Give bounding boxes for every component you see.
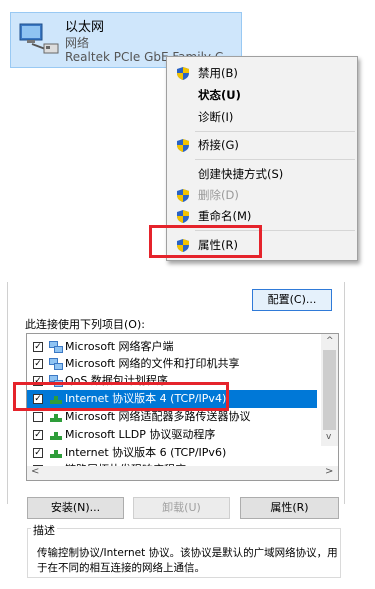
menu-item-label: 创建快捷方式(S) bbox=[198, 167, 284, 181]
checkbox[interactable]: ✓ bbox=[33, 359, 43, 369]
scroll-up-icon[interactable]: ^ bbox=[326, 336, 334, 346]
menu-item-label: 桥接(G) bbox=[198, 138, 239, 152]
dialog-border bbox=[344, 282, 345, 504]
uninstall-button[interactable]: 卸载(U) bbox=[133, 497, 230, 519]
item-label: Microsoft 网络的文件和打印机共享 bbox=[65, 357, 240, 370]
ipv4-highlight-box bbox=[13, 382, 229, 411]
menu-item-label: 状态(U) bbox=[198, 88, 241, 102]
menu-item-create-shortcut[interactable]: 创建快捷方式(S) bbox=[167, 163, 357, 185]
checkbox[interactable]: ✓ bbox=[33, 448, 43, 458]
description-line: 传输控制协议/Internet 协议。该协议是默认的广域网络协议，用 bbox=[37, 547, 338, 559]
list-item[interactable]: ✓ Microsoft LLDP 协议驱动程序 bbox=[27, 426, 317, 444]
network-client-icon bbox=[49, 358, 63, 370]
adapter-name: 以太网 bbox=[65, 20, 105, 35]
network-client-icon bbox=[49, 341, 63, 353]
scroll-right-icon[interactable]: > bbox=[325, 466, 333, 477]
menu-item-status[interactable]: 状态(U) bbox=[167, 84, 357, 106]
description-title: 描述 bbox=[31, 522, 57, 538]
item-label: Microsoft 网络客户端 bbox=[65, 340, 174, 353]
item-label: Microsoft LLDP 协议驱动程序 bbox=[65, 428, 216, 441]
horizontal-scrollbar[interactable]: < > bbox=[27, 466, 338, 480]
list-item[interactable]: ✓ Microsoft 网络客户端 bbox=[27, 338, 317, 356]
shield-icon bbox=[177, 189, 189, 202]
description-line: 于在不同的相互连接的网络上通信。 bbox=[37, 562, 205, 574]
protocol-icon bbox=[50, 414, 62, 422]
scroll-left-icon[interactable]: < bbox=[31, 466, 39, 477]
scrollbar-thumb[interactable] bbox=[323, 350, 336, 430]
configure-button[interactable]: 配置(C)... bbox=[252, 289, 332, 311]
shield-icon bbox=[177, 139, 189, 152]
properties-highlight-box bbox=[149, 225, 262, 258]
shield-icon bbox=[177, 67, 189, 80]
list-item[interactable]: ✓ Internet 协议版本 6 (TCP/IPv6) bbox=[27, 444, 317, 462]
install-button[interactable]: 安装(N)... bbox=[27, 497, 124, 519]
menu-item-bridge[interactable]: 桥接(G) bbox=[167, 134, 357, 156]
item-label: Internet 协议版本 6 (TCP/IPv6) bbox=[65, 446, 227, 459]
menu-item-rename[interactable]: 重命名(M) bbox=[167, 205, 357, 227]
menu-separator bbox=[195, 131, 355, 132]
scroll-down-icon[interactable]: v bbox=[326, 432, 331, 442]
protocol-icon bbox=[50, 450, 62, 458]
menu-item-delete[interactable]: 删除(D) bbox=[167, 184, 357, 206]
checkbox[interactable] bbox=[33, 412, 43, 422]
menu-item-label: 重命名(M) bbox=[198, 209, 252, 223]
items-label: 此连接使用下列项目(O): bbox=[25, 318, 145, 331]
adapter-type: 网络 bbox=[65, 36, 90, 50]
checkbox[interactable]: ✓ bbox=[33, 342, 43, 352]
menu-item-label: 删除(D) bbox=[198, 188, 239, 202]
dialog-border bbox=[7, 282, 8, 504]
checkbox[interactable]: ✓ bbox=[33, 430, 43, 440]
list-item[interactable]: ✓ Microsoft 网络的文件和打印机共享 bbox=[27, 355, 317, 373]
shield-icon bbox=[177, 210, 189, 223]
menu-item-diagnose[interactable]: 诊断(I) bbox=[167, 106, 357, 128]
menu-item-label: 禁用(B) bbox=[198, 66, 238, 80]
menu-item-disable[interactable]: 禁用(B) bbox=[167, 62, 357, 84]
network-adapter-icon bbox=[19, 23, 59, 54]
menu-item-label: 诊断(I) bbox=[198, 110, 234, 124]
properties-button[interactable]: 属性(R) bbox=[240, 497, 339, 519]
protocol-icon bbox=[50, 432, 62, 440]
menu-separator bbox=[195, 159, 355, 160]
